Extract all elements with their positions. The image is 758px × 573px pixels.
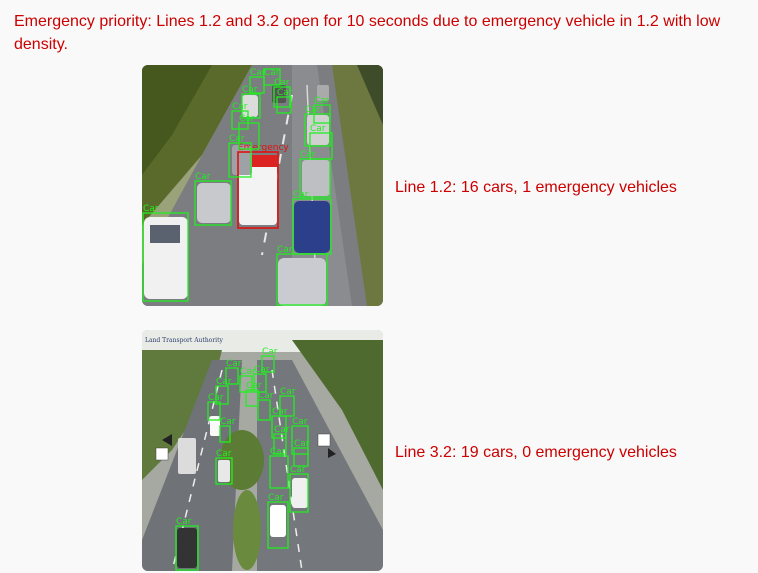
detection-label: Car	[246, 381, 262, 391]
detection-label: Car	[280, 387, 296, 397]
detection-label: Car	[250, 68, 266, 78]
line-3-2-summary: Line 3.2: 19 cars, 0 emergency vehicles	[395, 444, 677, 461]
detection-label: Car	[240, 367, 256, 377]
detection-label: Car	[220, 417, 236, 427]
detection-label: Car	[270, 447, 286, 457]
feed-1-2-image: Car Car Emergency Car Car Car Car Car Ca…	[142, 65, 383, 306]
camera-watermark: Land Transport Authority	[145, 337, 223, 344]
detection-label: Car	[277, 245, 293, 255]
detection-label: Car	[268, 493, 284, 503]
detection-label: Car	[305, 105, 321, 115]
detection-label: Car	[264, 68, 280, 78]
detection-label: Car	[216, 377, 232, 387]
detection-label: Car	[310, 124, 326, 134]
detection-label: Car	[314, 96, 330, 106]
detection-label: Car	[274, 425, 290, 435]
detection-label: Car	[294, 439, 310, 449]
camera-feed-line-3-2: Land Transport Authority Car Car Car Car…	[142, 330, 383, 571]
camera-feed-line-1-2: Car Car Emergency Car Car Car Car Car Ca…	[142, 65, 383, 306]
detection-label: Car	[226, 359, 242, 369]
detection-label: Car	[195, 172, 211, 182]
detection-label: Car	[216, 449, 232, 459]
detection-label: Car	[292, 417, 308, 427]
traffic-monitor-page: Emergency priority: Lines 1.2 and 3.2 op…	[0, 0, 758, 573]
detection-label: Car	[143, 204, 159, 214]
detection-label: Car	[277, 88, 293, 98]
detection-label: Car	[229, 134, 245, 144]
detection-label: Car	[293, 190, 309, 200]
detection-label: Car	[274, 78, 290, 88]
feed-3-2-image: Land Transport Authority Car Car Car Car…	[142, 330, 383, 571]
detection-label: Car	[208, 393, 224, 403]
detection-label: Car	[176, 517, 192, 527]
detection-label: Car	[262, 347, 278, 357]
line-1-2-summary: Line 1.2: 16 cars, 1 emergency vehicles	[395, 179, 677, 196]
detection-label: Car	[232, 102, 248, 112]
emergency-priority-alert: Emergency priority: Lines 1.2 and 3.2 op…	[14, 13, 721, 53]
emergency-detection-label: Emergency	[238, 143, 289, 153]
